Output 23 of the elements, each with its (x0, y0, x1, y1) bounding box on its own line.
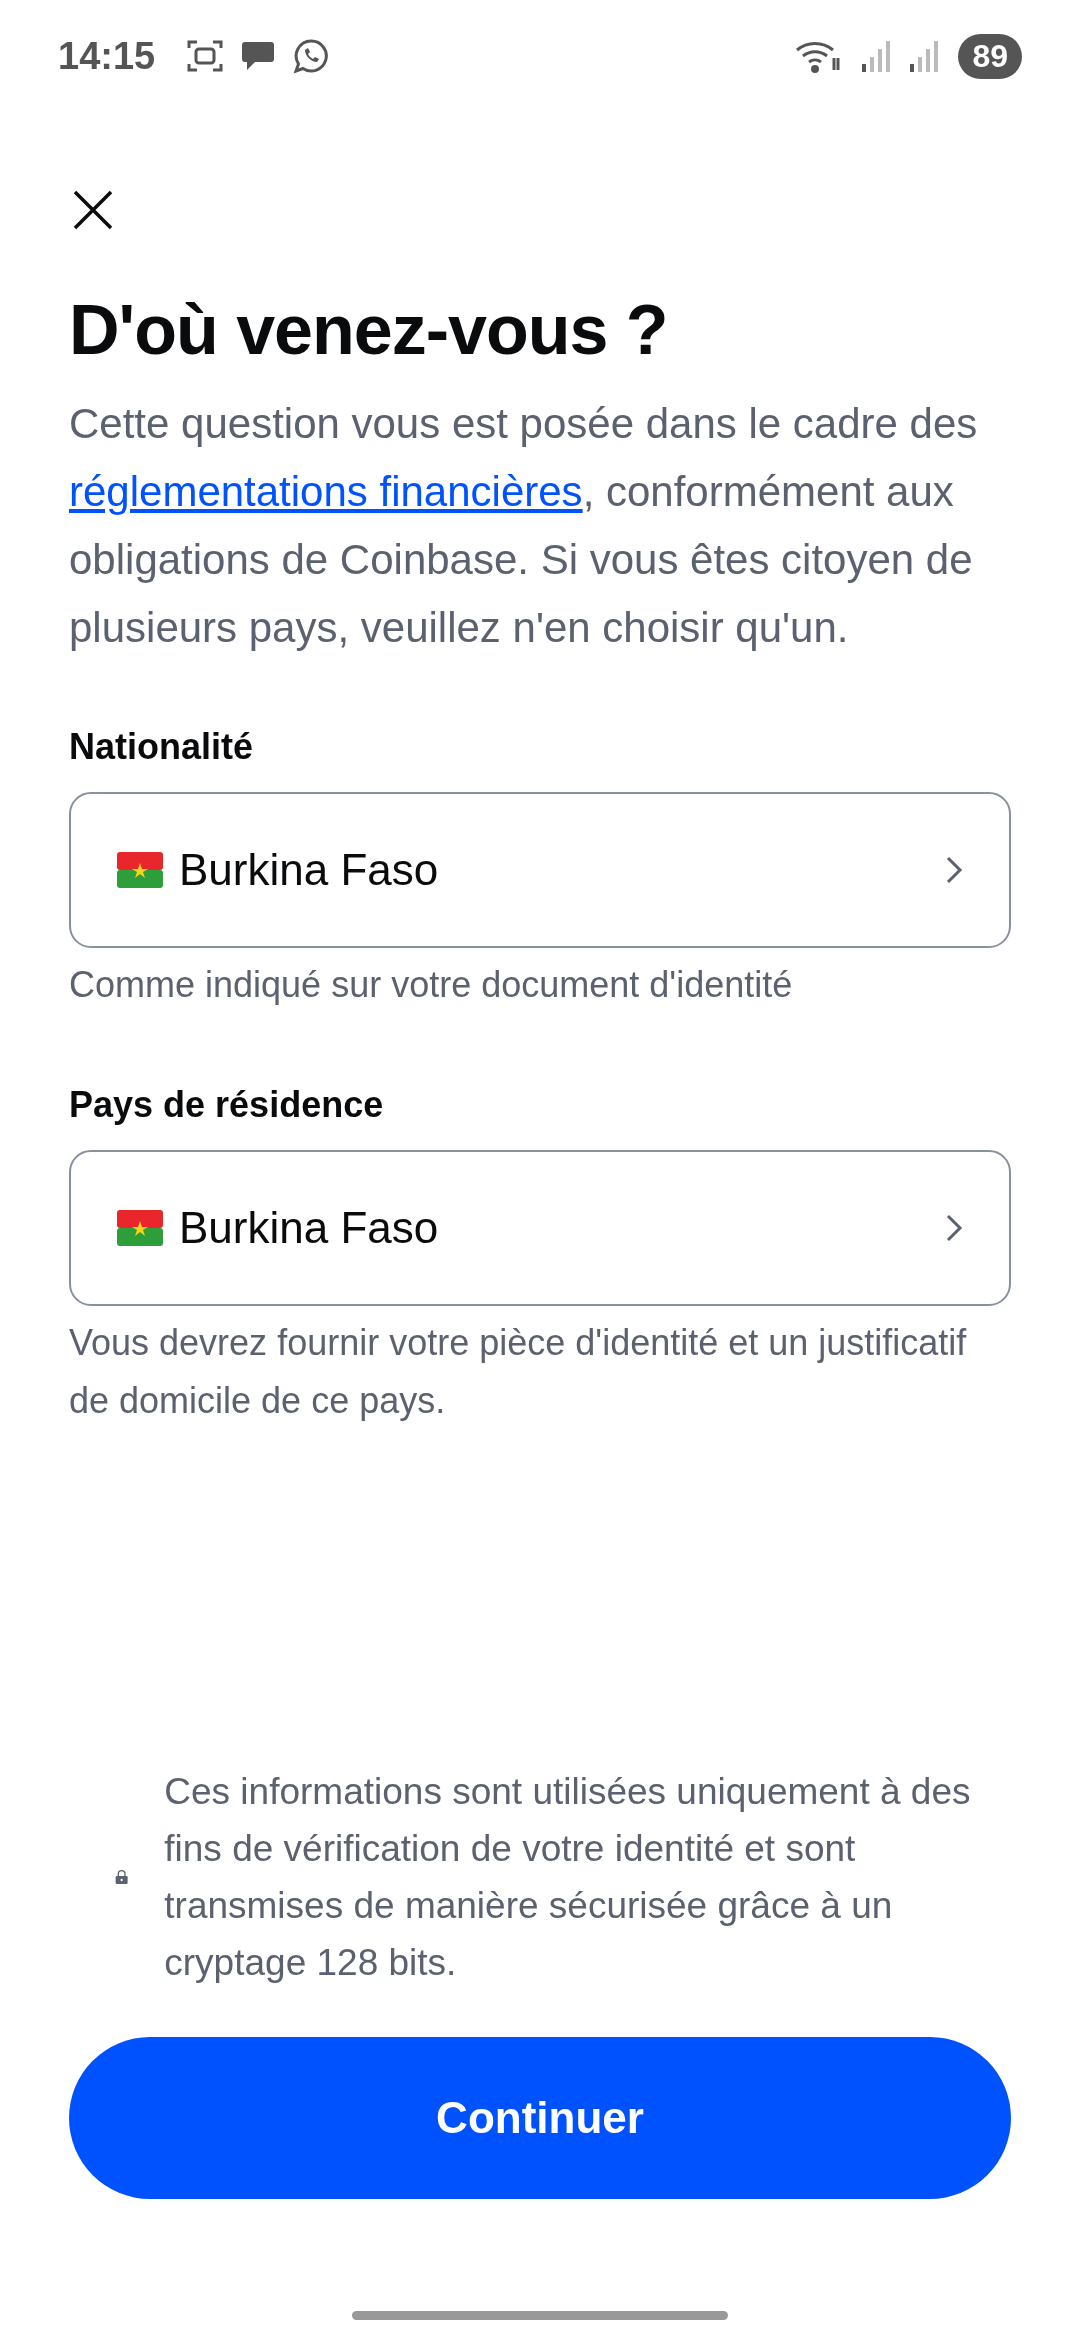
field-helper: Vous devrez fournir votre pièce d'identité et un justificatif de domicile de ce pays. (69, 1321, 968, 1423)
field-label: Pays de résidence (69, 1084, 385, 1126)
intro-paragraph: Cette question vous est posée dans le cadre des réglementations financières, conformément aux obligations de Coinbase. Si vous êtes citoyen de plusieurs pays, veuillez n'en choisir qu'un. (69, 399, 979, 653)
page-title: D'où venez-vous ? (69, 290, 669, 370)
chat-icon (293, 38, 330, 74)
flag-icon (117, 1208, 163, 1248)
chevron-right-icon (945, 855, 963, 885)
country-select[interactable]: Burkina Faso (69, 792, 1011, 948)
field-label: Nationalité (69, 726, 255, 768)
signal-icon (862, 40, 893, 72)
chevron-right-icon (945, 1213, 963, 1243)
close-icon (73, 190, 113, 230)
signal-icon (910, 40, 941, 72)
security-notice: Ces informations sont utilisées uniquement à des fins de vérification de votre identité et sont transmises de manière sécurisée grâce à un cryptage 128 bits. (164, 1770, 972, 1985)
flag-icon (117, 850, 163, 890)
country-select[interactable]: Burkina Faso (69, 1150, 1011, 1306)
field-helper: Comme indiqué sur votre document d'identité (69, 963, 794, 1007)
screenshot-icon (187, 38, 224, 74)
battery-level: 89 (958, 33, 1022, 79)
status-time: 14:15 (58, 34, 156, 78)
regulations-link[interactable]: réglementations financières (69, 468, 583, 515)
message-icon (241, 40, 276, 72)
continue-button[interactable]: Continuer (69, 2037, 1011, 2199)
